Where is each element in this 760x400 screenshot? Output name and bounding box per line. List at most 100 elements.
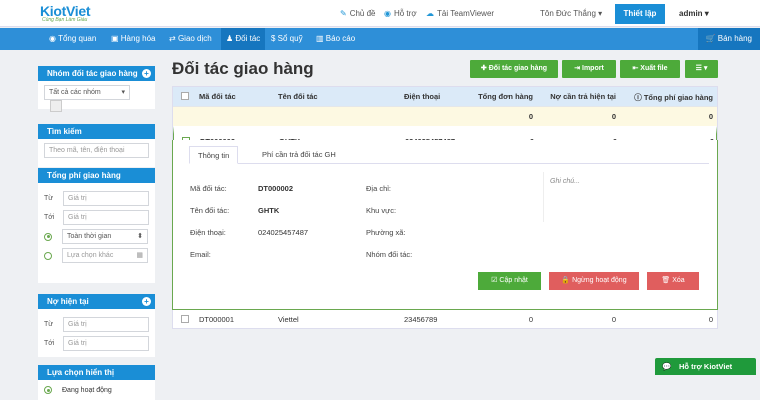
fee-filter-head: Tổng phí giao hàng [38,168,155,183]
help-link[interactable]: ◉ Hỗ trợ [384,9,417,18]
sell-button[interactable]: 🛒 Bán hàng [697,28,760,50]
deactivate-button[interactable]: 🔒 Ngừng hoạt động [549,272,639,290]
import-label: Import [582,65,604,72]
select-all-checkbox[interactable] [181,92,189,100]
nav-label: Tổng quan [58,34,97,43]
support-label: Hỗ trợ KiotViet [679,362,733,371]
area-label: Khu vực: [366,206,397,215]
update-button[interactable]: ☑ Cập nhật [478,272,541,290]
fee-from-input[interactable]: Giá trị [63,191,149,206]
debt-to-input[interactable]: Giá trị [63,336,149,351]
summary-row: 0 0 0 [173,106,717,126]
chevron-down-icon: ▾ [598,9,603,18]
ward-label: Phường xã: [366,228,406,237]
updown-icon: ⬍ [137,233,143,240]
nav-reports[interactable]: ▥ Báo cáo [311,28,360,50]
setup-button[interactable]: Thiết lập [615,4,665,24]
tab-info[interactable]: Thông tin [189,146,239,164]
logo-tagline: Cùng Bạn Làm Giàu [42,17,88,23]
phone-label: Điện thoại: [190,228,226,237]
phone-value: 024025457487 [258,228,309,237]
row-checkbox[interactable] [181,315,189,323]
help-icon: ◉ [384,9,391,18]
add-partner-button[interactable]: ✚ Đối tác giao hàng [470,60,558,78]
time-select[interactable]: Toàn thời gian ⬍ [62,229,148,244]
tab-fees[interactable]: Phí cần trả đối tác GH [254,146,344,164]
add-icon[interactable]: + [142,297,151,306]
col-fee[interactable]: ⓘ Tổng phí giao hàng [621,92,713,103]
col-phone[interactable]: Điện thoại [404,92,440,101]
time-select-value: Toàn thời gian [67,233,112,240]
edit-icon[interactable] [50,100,62,112]
nav-partners[interactable]: ♟ Đối tác [221,28,266,50]
col-code[interactable]: Mã đối tác [199,92,236,101]
from-label: Từ [44,195,53,202]
other-time-radio[interactable] [44,251,52,260]
add-icon[interactable]: + [142,69,151,78]
add-partner-label: Đối tác giao hàng [488,65,548,72]
code-label: Mã đối tác: [190,184,227,193]
theme-link[interactable]: ✎ Chủ đề [340,9,376,18]
update-label: Cập nhật [499,277,528,284]
search-head: Tìm kiếm [38,124,155,139]
row-name: Viettel [278,315,299,324]
nav-label: Sổ quỹ [277,34,303,43]
debt-from-input[interactable]: Giá trị [63,317,149,332]
theme-label: Chủ đề [349,9,376,18]
all-time-radio[interactable] [44,232,52,241]
from-label: Từ [44,321,53,328]
nav-products[interactable]: ▣ Hàng hóa [106,28,160,50]
cloud-icon: ☁ [426,9,434,18]
table-header: Mã đối tác Tên đối tác Điện thoại Tổng đ… [173,87,717,106]
custom-date-value: Lựa chọn khác [67,252,114,259]
nav-overview[interactable]: ◉ Tổng quan [44,28,101,50]
row-debt: 0 [611,315,616,324]
search-input[interactable]: Theo mã, tên, điện thoại [44,143,149,158]
branch-select[interactable]: Tôn Đức Thắng ▾ [540,9,602,18]
address-label: Địa chỉ: [366,184,392,193]
col-name[interactable]: Tên đối tác [278,92,318,101]
row-orders: 0 [528,315,533,324]
group-select[interactable]: Tất cả các nhóm ▾ [44,85,130,100]
nav-label: Báo cáo [325,34,356,43]
chevron-down-icon: ▾ [121,89,125,96]
sum-orders: 0 [528,112,533,121]
export-label: Xuất file [640,65,668,72]
col-debt[interactable]: Nợ cần trả hiện tại [538,92,616,101]
delete-label: Xóa [672,277,685,284]
delete-button[interactable]: 🗑 Xóa [647,272,699,290]
display-head: Lựa chọn hiển thị [38,365,155,380]
nav-transactions[interactable]: ⇄ Giao dịch [164,28,217,50]
name-value: GHTK [258,206,280,215]
note-field[interactable]: Ghi chú... [543,172,711,222]
list-icon: ☰ ▾ [695,65,708,72]
teamviewer-link[interactable]: ☁ Tải TeamViewer [426,9,494,18]
table-row[interactable]: DT000001 Viettel 23456789 0 0 0 [172,310,718,329]
chevron-down-icon: ▾ [704,9,709,18]
column-menu-button[interactable]: ☰ ▾ [685,60,718,78]
nav-label: Hàng hóa [120,34,156,43]
col-orders[interactable]: Tổng đơn hàng [478,92,533,101]
group-filter-head: Nhóm đối tác giao hàng + [38,66,155,81]
group-select-value: Tất cả các nhóm [49,89,101,96]
brush-icon: ✎ [340,9,347,18]
export-button[interactable]: ⇤ Xuất file [620,60,680,78]
active-label: Đang hoạt động [62,386,112,394]
fee-to-input[interactable]: Giá trị [63,210,149,225]
nav-label: Giao dịch [177,34,212,43]
partner-table: Mã đối tác Tên đối tác Điện thoại Tổng đ… [172,86,718,146]
nav-cashbook[interactable]: $ Sổ quỹ [266,28,308,50]
help-label: Hỗ trợ [393,9,417,18]
support-chat-button[interactable]: 💬 Hỗ trợ KiotViet [655,358,756,375]
active-radio[interactable] [44,386,52,394]
branch-label: Tôn Đức Thắng [540,9,596,18]
group-filter-title: Nhóm đối tác giao hàng [47,69,138,78]
row-fee: 0 [708,315,713,324]
import-button[interactable]: ⇥ Import [562,60,616,78]
custom-date-input[interactable]: Lựa chọn khác ▦ [62,248,148,263]
user-menu[interactable]: admin ▾ [679,9,709,18]
detail-tabs: Thông tin Phí cần trả đối tác GH [189,146,709,164]
user-label: admin [679,9,703,18]
top-bar: KiotViet Cùng Bạn Làm Giàu ✎ Chủ đề ◉ Hỗ t… [0,0,760,27]
to-label: Tới [44,340,55,347]
